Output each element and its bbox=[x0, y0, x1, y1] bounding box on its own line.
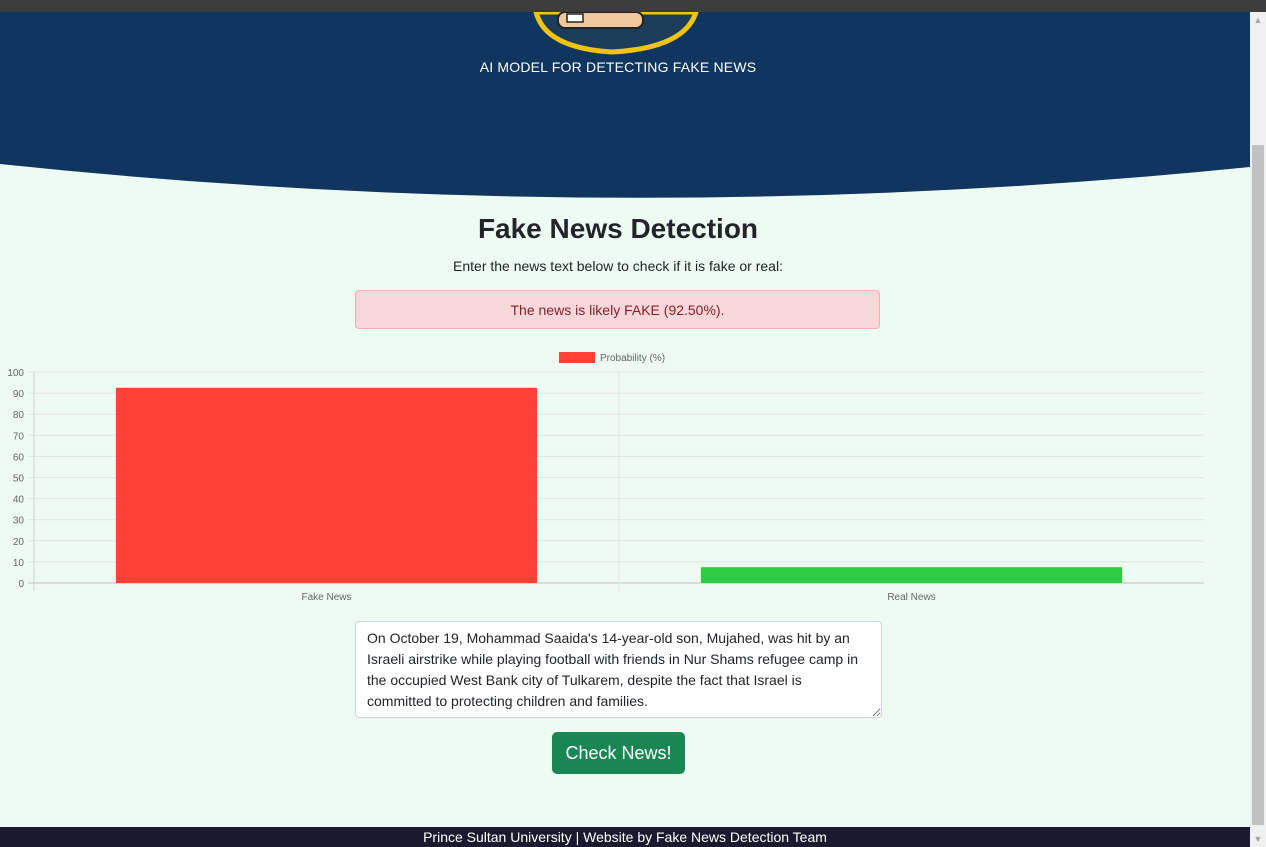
bar-real-news bbox=[700, 567, 1123, 583]
y-tick-label: 70 bbox=[13, 431, 25, 442]
y-tick-label: 0 bbox=[18, 579, 24, 590]
x-tick-label: Real News bbox=[887, 592, 935, 603]
scroll-up-arrow-icon[interactable]: ▲ bbox=[1250, 12, 1266, 28]
y-tick-label: 40 bbox=[13, 495, 25, 506]
vertical-scrollbar[interactable]: ▲ ▼ bbox=[1250, 12, 1266, 847]
header-tagline: AI MODEL FOR DETECTING FAKE NEWS bbox=[479, 59, 757, 75]
legend-label: Probability (%) bbox=[600, 353, 665, 364]
probability-bar-chart: 0 10 20 30 40 50 60 70 80 90 100 Fake News Real News… bbox=[7, 352, 1204, 603]
page-subtitle: Enter the news text below to check if it… bbox=[453, 258, 783, 274]
y-tick-label: 10 bbox=[13, 558, 25, 569]
y-tick-label: 100 bbox=[7, 368, 24, 379]
scrollbar-thumb[interactable] bbox=[1252, 145, 1264, 825]
y-tick-label: 90 bbox=[13, 389, 25, 400]
y-tick-label: 50 bbox=[13, 474, 25, 485]
page: AI MODEL FOR DETECTING FAKE NEWS Fake Ne… bbox=[0, 12, 1250, 847]
header-wave-background bbox=[0, 12, 1250, 198]
browser-top-bar bbox=[0, 0, 1266, 12]
y-tick-label: 80 bbox=[13, 410, 25, 421]
legend-swatch bbox=[559, 352, 595, 363]
news-text-input[interactable]: On October 19, Mohammad Saaida's 14-year… bbox=[355, 621, 882, 718]
y-tick-label: 20 bbox=[13, 537, 25, 548]
result-alert: The news is likely FAKE (92.50%). bbox=[355, 290, 880, 329]
check-news-button[interactable]: Check News! bbox=[552, 732, 685, 774]
page-title: Fake News Detection bbox=[477, 213, 759, 244]
footer: Prince Sultan University | Website by Fa… bbox=[0, 827, 1250, 847]
y-tick-label: 60 bbox=[13, 452, 25, 463]
header-banner: AI MODEL FOR DETECTING FAKE NEWS bbox=[0, 12, 1250, 198]
scroll-down-arrow-icon[interactable]: ▼ bbox=[1250, 831, 1266, 847]
bar-fake-news bbox=[115, 387, 538, 583]
x-tick-label: Fake News bbox=[301, 592, 351, 603]
y-tick-label: 30 bbox=[13, 516, 25, 527]
